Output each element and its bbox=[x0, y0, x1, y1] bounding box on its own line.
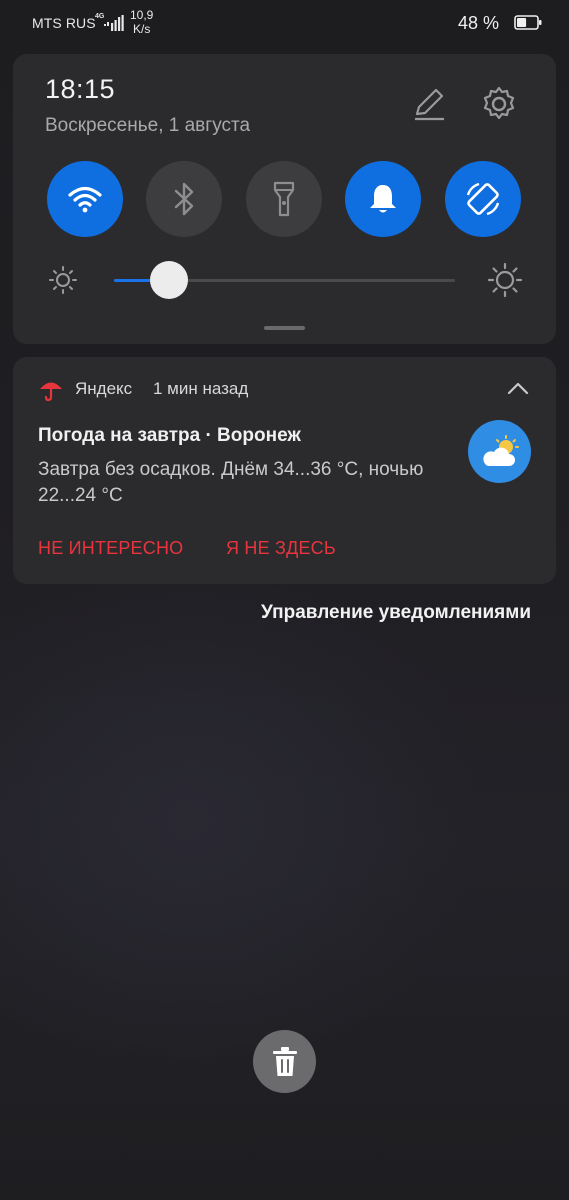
quick-settings-panel: 18:15 Воскресенье, 1 августа bbox=[13, 54, 556, 344]
tile-sound[interactable] bbox=[345, 161, 421, 237]
network-speed-unit: K/s bbox=[133, 22, 151, 36]
umbrella-icon bbox=[40, 382, 62, 402]
battery-icon bbox=[514, 15, 542, 30]
brightness-slider[interactable] bbox=[114, 261, 455, 299]
clock-time: 18:15 bbox=[45, 74, 116, 104]
wifi-icon bbox=[68, 186, 102, 213]
network-speed: 10,9 K/s bbox=[130, 8, 153, 36]
network-type: 4G bbox=[95, 13, 105, 20]
notification-time: 1 мин назад bbox=[153, 379, 249, 398]
bell-icon bbox=[370, 185, 396, 213]
brightness-high-icon bbox=[487, 262, 523, 298]
edit-pencil-icon[interactable] bbox=[411, 86, 447, 122]
chevron-up-icon[interactable] bbox=[507, 381, 529, 395]
notification-app-name: Яндекс bbox=[75, 379, 133, 398]
clock-date: Воскресенье, 1 августа bbox=[45, 115, 251, 136]
status-bar: MTS RUS 4G 10,9 K/s 48 % bbox=[0, 0, 569, 46]
bluetooth-icon bbox=[174, 182, 194, 216]
tile-bluetooth[interactable] bbox=[146, 161, 222, 237]
network-speed-value: 10,9 bbox=[130, 8, 154, 22]
battery-percent: 48 % bbox=[457, 13, 499, 33]
rotate-icon bbox=[466, 182, 500, 216]
signal-strength-icon bbox=[104, 15, 124, 31]
panel-drag-handle[interactable] bbox=[264, 326, 305, 330]
clear-all-button[interactable] bbox=[253, 1030, 316, 1093]
tile-auto-rotate[interactable] bbox=[445, 161, 521, 237]
manage-notifications-link[interactable]: Управление уведомлениями bbox=[261, 602, 531, 624]
brightness-slider-thumb[interactable] bbox=[150, 261, 188, 299]
notification-title: Погода на завтра · Воронеж bbox=[38, 425, 301, 446]
action-not-interested-button[interactable]: НЕ ИНТЕРЕСНО bbox=[38, 538, 183, 559]
gear-icon[interactable] bbox=[479, 84, 519, 124]
trash-icon bbox=[272, 1046, 297, 1076]
brightness-low-icon bbox=[49, 266, 77, 294]
flashlight-icon bbox=[273, 181, 295, 217]
notification-card[interactable]: Яндекс 1 мин назад Погода на завтра · Во… bbox=[13, 357, 556, 584]
action-not-here-button[interactable]: Я НЕ ЗДЕСЬ bbox=[226, 538, 336, 559]
tile-wifi[interactable] bbox=[47, 161, 123, 237]
carrier-name: MTS RUS bbox=[32, 15, 96, 31]
notification-body: Завтра без осадков. Днём 34...36 °C, ноч… bbox=[38, 459, 424, 506]
tile-flashlight[interactable] bbox=[246, 161, 322, 237]
partly-cloudy-icon bbox=[468, 420, 531, 483]
